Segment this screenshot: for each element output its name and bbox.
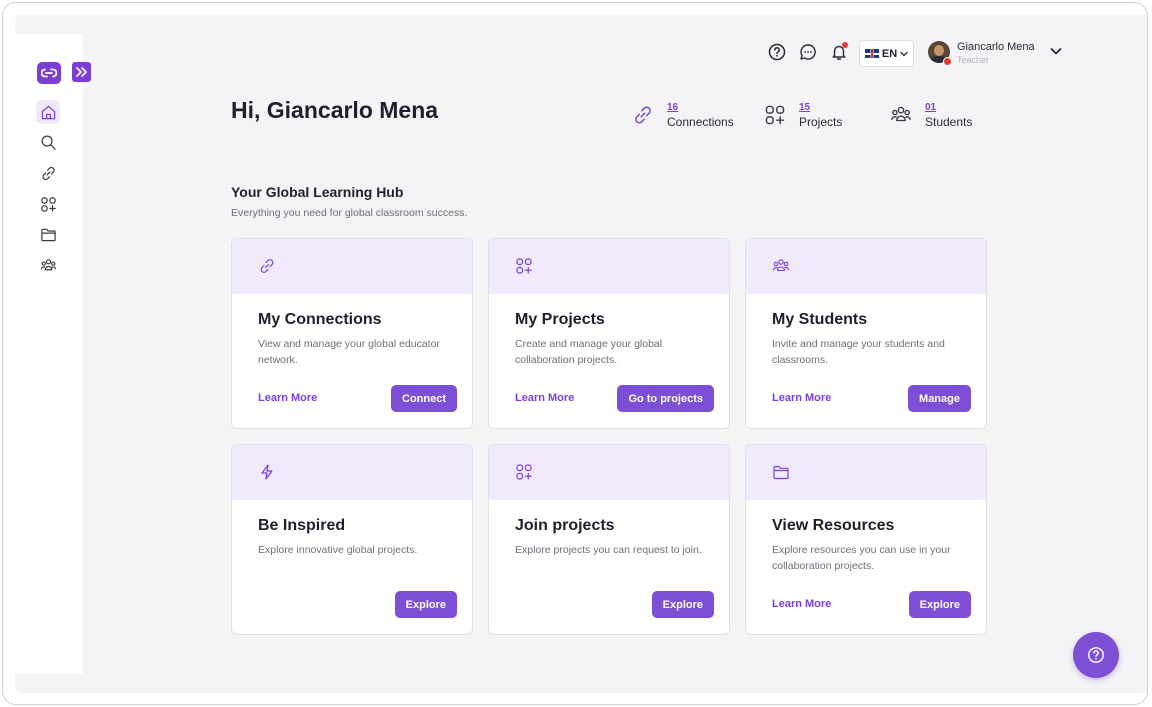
user-name: Giancarlo Mena — [957, 41, 1035, 53]
stat-label: Projects — [799, 115, 843, 129]
sidebar-item-search[interactable] — [36, 130, 60, 154]
app-logo[interactable] — [37, 62, 61, 84]
user-menu-chevron-icon[interactable] — [1049, 44, 1063, 58]
status-badge — [943, 57, 952, 66]
search-icon — [41, 135, 56, 150]
stat-students[interactable]: 01 Students — [888, 100, 978, 132]
notifications-button[interactable] — [829, 42, 849, 62]
sidebar-item-resources[interactable] — [36, 222, 60, 246]
folder-icon — [772, 463, 790, 481]
card-title: My Connections — [258, 311, 382, 328]
stat-value[interactable]: 01 — [925, 102, 936, 113]
help-circle-icon — [1088, 647, 1104, 663]
notification-badge — [842, 42, 848, 48]
explore-button[interactable]: Explore — [908, 591, 971, 618]
sidebar-item-projects[interactable] — [36, 192, 60, 216]
language-selector[interactable]: EN — [859, 40, 914, 67]
stat-connections[interactable]: 16 Connections — [630, 100, 740, 132]
card-be-inspired: Be Inspired Explore innovative global pr… — [231, 444, 473, 635]
card-description: Explore innovative global projects. — [258, 544, 418, 556]
users-icon — [888, 102, 914, 128]
card-view-resources: View Resources Explore resources you can… — [745, 444, 987, 635]
chevron-down-icon — [900, 51, 908, 56]
expand-sidebar-button[interactable] — [72, 62, 91, 82]
card-join-projects: Join projects Explore projects you can r… — [488, 444, 730, 635]
card-title: View Resources — [772, 517, 895, 534]
section-title: Your Global Learning Hub — [231, 184, 404, 200]
connect-button[interactable]: Connect — [391, 385, 457, 412]
user-role: Teacher — [957, 55, 990, 65]
card-my-projects: My Projects Create and manage your globa… — [488, 238, 730, 429]
link-icon — [630, 102, 656, 128]
sidebar-item-home[interactable] — [36, 100, 60, 124]
card-my-connections: My Connections View and manage your glob… — [231, 238, 473, 429]
card-description: Create and manage your global collaborat… — [515, 338, 663, 366]
infinity-icon — [41, 68, 57, 78]
manage-button[interactable]: Manage — [908, 385, 971, 412]
page-title: Hi, Giancarlo Mena — [231, 97, 439, 123]
stat-value[interactable]: 16 — [667, 102, 678, 113]
uk-flag-icon — [864, 49, 879, 58]
apps-add-icon — [40, 196, 56, 212]
stat-label: Students — [925, 115, 973, 129]
stat-label: Connections — [667, 115, 734, 129]
language-label: EN — [881, 47, 898, 60]
messages-button[interactable] — [798, 42, 818, 62]
explore-button[interactable]: Explore — [651, 591, 714, 618]
bolt-icon — [258, 463, 276, 481]
help-circle-icon — [768, 43, 786, 61]
home-icon — [41, 105, 55, 119]
help-button[interactable] — [767, 42, 787, 62]
link-icon — [41, 166, 55, 180]
folder-icon — [40, 228, 56, 241]
link-icon — [258, 257, 276, 275]
users-icon — [772, 257, 790, 275]
apps-add-icon — [515, 257, 533, 275]
floating-help-button[interactable] — [1073, 632, 1119, 678]
chat-icon — [800, 44, 816, 60]
chevrons-right-icon — [76, 67, 87, 77]
card-description: Invite and manage your students and clas… — [772, 338, 945, 366]
card-title: My Students — [772, 311, 868, 328]
stat-projects[interactable]: 15 Projects — [762, 100, 852, 132]
learn-more-link[interactable]: Learn More — [772, 392, 831, 404]
users-icon — [40, 258, 56, 270]
go-to-projects-button[interactable]: Go to projects — [617, 385, 714, 412]
learn-more-link[interactable]: Learn More — [258, 392, 317, 404]
card-description: View and manage your global educator net… — [258, 338, 440, 366]
card-description: Explore projects you can request to join… — [515, 544, 702, 556]
card-title: Be Inspired — [258, 517, 346, 534]
section-subtitle: Everything you need for global classroom… — [231, 207, 468, 219]
learn-more-link[interactable]: Learn More — [772, 598, 831, 610]
apps-add-icon — [762, 102, 788, 128]
explore-button[interactable]: Explore — [394, 591, 457, 618]
card-description: Explore resources you can use in your co… — [772, 544, 951, 572]
sidebar-item-connections[interactable] — [36, 161, 60, 185]
apps-add-icon — [515, 463, 533, 481]
card-title: Join projects — [515, 517, 615, 534]
learn-more-link[interactable]: Learn More — [515, 392, 574, 404]
card-title: My Projects — [515, 311, 605, 328]
sidebar-item-students[interactable] — [36, 253, 60, 277]
card-my-students: My Students Invite and manage your stude… — [745, 238, 987, 429]
stat-value[interactable]: 15 — [799, 102, 810, 113]
